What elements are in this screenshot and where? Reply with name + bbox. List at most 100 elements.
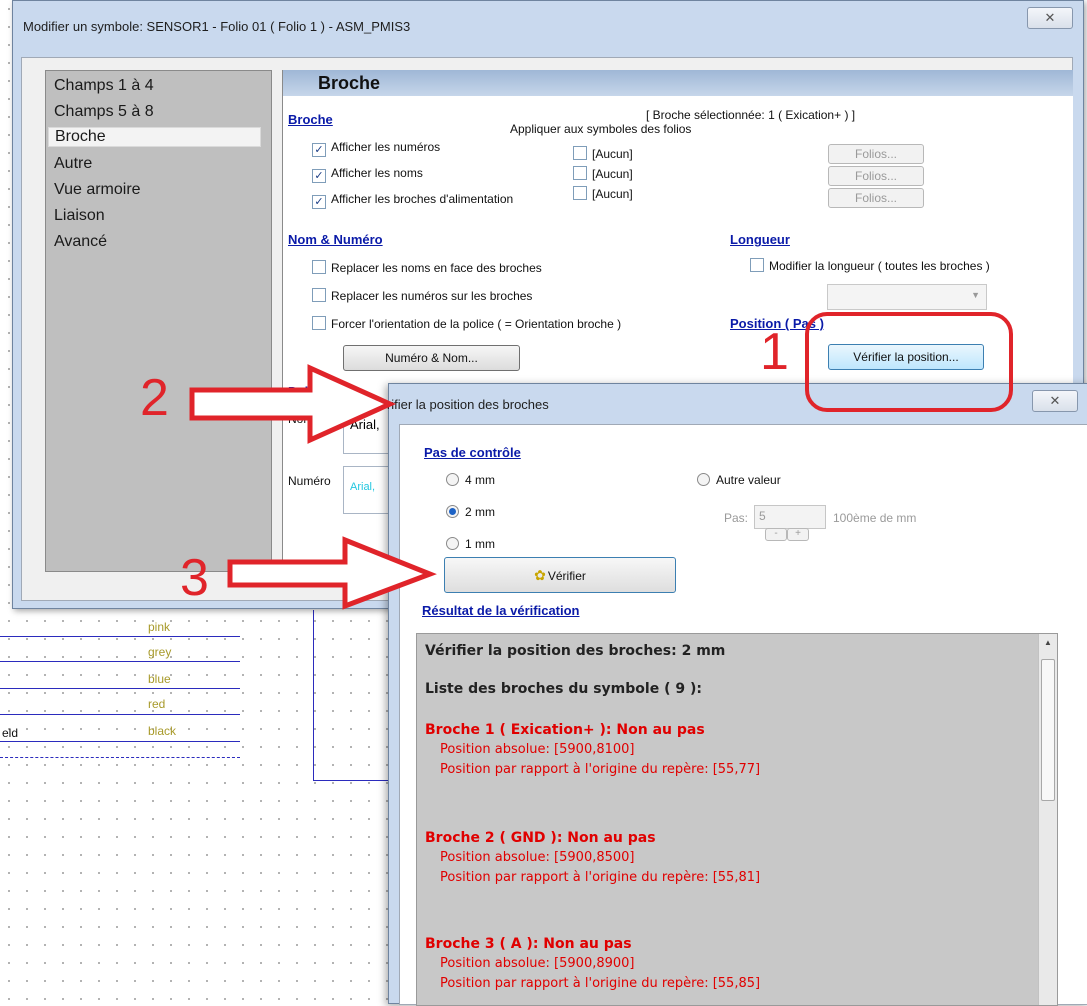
- option-label: Afficher les broches d'alimentation: [331, 192, 514, 206]
- scroll-up-icon[interactable]: ▲: [1044, 638, 1052, 647]
- section-broche: Broche: [288, 112, 333, 127]
- category-list: Champs 1 à 4 Champs 5 à 8 Broche Autre V…: [45, 70, 272, 572]
- checkbox[interactable]: [573, 146, 587, 160]
- radio[interactable]: [446, 537, 459, 550]
- nav-item-champs-1-4[interactable]: Champs 1 à 4: [54, 77, 154, 95]
- section-result: Résultat de la vérification: [422, 603, 580, 618]
- checkbox[interactable]: [573, 166, 587, 180]
- section-longueur: Longueur: [730, 232, 790, 247]
- shield-label: eld: [2, 726, 19, 740]
- apply-value: [Aucun]: [592, 147, 633, 161]
- highlight-box: [805, 312, 1013, 412]
- wire-label-red: red: [148, 697, 166, 711]
- nav-item-autre[interactable]: Autre: [54, 155, 92, 173]
- pin-1-abs: Position absolue: [5900,8100]: [440, 742, 635, 757]
- wire-label-blue: blue: [148, 672, 171, 686]
- nav-item-champs-5-8[interactable]: Champs 5 à 8: [54, 103, 154, 121]
- annotation-1: 1: [760, 323, 789, 381]
- dialog-title: Modifier un symbole: SENSOR1 - Folio 01 …: [23, 19, 411, 34]
- option-modify-length[interactable]: Modifier la longueur ( toutes les broche…: [750, 258, 990, 273]
- stepper-minus[interactable]: -: [765, 528, 787, 541]
- nav-item-broche[interactable]: Broche: [48, 127, 261, 147]
- option-show-numbers[interactable]: ✓ Afficher les numéros: [312, 140, 440, 157]
- pin-2-abs: Position absolue: [5900,8500]: [440, 850, 635, 865]
- verify-position-dialog: Vérifier la position des broches ✕ Pas d…: [371, 383, 1087, 1006]
- checkbox[interactable]: ✓: [312, 143, 326, 157]
- wire: [0, 661, 240, 662]
- option-replace-numbers[interactable]: Replacer les numéros sur les broches: [312, 288, 532, 303]
- checkbox[interactable]: ✓: [312, 195, 326, 209]
- pin-1-title: Broche 1 ( Exication+ ): Non au pas: [425, 722, 705, 738]
- checkbox[interactable]: [573, 186, 587, 200]
- option-show-power-pins[interactable]: ✓ Afficher les broches d'alimentation: [312, 192, 513, 209]
- wire: [313, 780, 389, 781]
- apply-value: [Aucun]: [592, 187, 633, 201]
- section-pas-de-controle: Pas de contrôle: [424, 445, 521, 460]
- apply-value: [Aucun]: [592, 167, 633, 181]
- pas-input[interactable]: 5: [754, 505, 826, 529]
- pas-label: Pas:: [724, 511, 749, 525]
- panel-title: Broche: [318, 73, 381, 93]
- apply-power-pins[interactable]: [Aucun]: [573, 186, 633, 201]
- checkbox[interactable]: [750, 258, 764, 272]
- wire: [0, 636, 240, 637]
- radio[interactable]: [446, 473, 459, 486]
- option-label: Afficher les noms: [331, 166, 423, 180]
- radio-label: 2 mm: [465, 505, 495, 519]
- radio[interactable]: [446, 505, 459, 518]
- pin-1-rel: Position par rapport à l'origine du repè…: [440, 762, 761, 777]
- nav-item-liaison[interactable]: Liaison: [54, 207, 105, 225]
- radio-1mm[interactable]: 1 mm: [446, 537, 495, 551]
- selected-pin: [ Broche sélectionnée: 1 ( Exication+ ) …: [646, 108, 856, 122]
- option-label: Replacer les noms en face des broches: [331, 261, 542, 275]
- wire-label-grey: grey: [148, 645, 172, 659]
- checkbox[interactable]: ✓: [312, 169, 326, 183]
- nav-item-avance[interactable]: Avancé: [54, 233, 107, 251]
- close-button[interactable]: ✕: [1032, 390, 1078, 412]
- wire-label-black: black: [148, 724, 177, 738]
- scroll-thumb[interactable]: [1041, 659, 1055, 801]
- checkbox[interactable]: [312, 260, 326, 274]
- length-dropdown[interactable]: ▼: [827, 284, 987, 310]
- scrollbar[interactable]: ▲: [1038, 634, 1057, 1005]
- wire: [0, 741, 240, 742]
- checkbox[interactable]: [312, 288, 326, 302]
- pin-3-abs: Position absolue: [5900,8900]: [440, 956, 635, 971]
- option-show-names[interactable]: ✓ Afficher les noms: [312, 166, 423, 183]
- panel-header: Broche: [283, 70, 1073, 96]
- apply-label: Appliquer aux symboles des folios: [510, 122, 692, 136]
- numero-nom-button[interactable]: Numéro & Nom...: [343, 345, 520, 371]
- annotation-2: 2: [140, 369, 169, 427]
- nav-item-vue-armoire[interactable]: Vue armoire: [54, 181, 141, 199]
- pin-list-heading: Liste des broches du symbole ( 9 ):: [425, 681, 702, 697]
- result-textbox[interactable]: Vérifier la position des broches: 2 mm L…: [416, 633, 1058, 1006]
- radio-label: 4 mm: [465, 473, 495, 487]
- radio-label: Autre valeur: [716, 473, 781, 487]
- radio-autre-valeur[interactable]: Autre valeur: [697, 473, 781, 487]
- option-force-orientation[interactable]: Forcer l'orientation de la police ( = Or…: [312, 316, 621, 331]
- radio-2mm[interactable]: 2 mm: [446, 505, 495, 519]
- folios-button-2[interactable]: Folios...: [828, 166, 924, 186]
- radio-4mm[interactable]: 4 mm: [446, 473, 495, 487]
- pin-2-rel: Position par rapport à l'origine du repè…: [440, 870, 761, 885]
- apply-numbers[interactable]: [Aucun]: [573, 146, 633, 161]
- folios-button-3[interactable]: Folios...: [828, 188, 924, 208]
- wire: [0, 714, 240, 715]
- pin-3-rel: Position par rapport à l'origine du repè…: [440, 976, 761, 991]
- font-number-value: Arial,: [350, 481, 376, 493]
- gear-icon: ✿: [534, 567, 546, 583]
- stepper-plus[interactable]: +: [787, 528, 809, 541]
- wire-vertical: [313, 610, 314, 780]
- checkbox[interactable]: [312, 316, 326, 330]
- close-button[interactable]: ✕: [1027, 7, 1073, 29]
- font-name-value: Arial,: [350, 417, 380, 432]
- option-replace-names[interactable]: Replacer les noms en face des broches: [312, 260, 542, 275]
- apply-names[interactable]: [Aucun]: [573, 166, 633, 181]
- radio[interactable]: [697, 473, 710, 486]
- dialog-client: Pas de contrôle 4 mm 2 mm 1 mm Autre val…: [399, 424, 1087, 1006]
- section-nom-numero: Nom & Numéro: [288, 232, 383, 247]
- wire: [0, 688, 240, 689]
- result-heading: Vérifier la position des broches: 2 mm: [425, 643, 726, 659]
- verify-button[interactable]: ✿ Vérifier: [444, 557, 676, 593]
- folios-button-1[interactable]: Folios...: [828, 144, 924, 164]
